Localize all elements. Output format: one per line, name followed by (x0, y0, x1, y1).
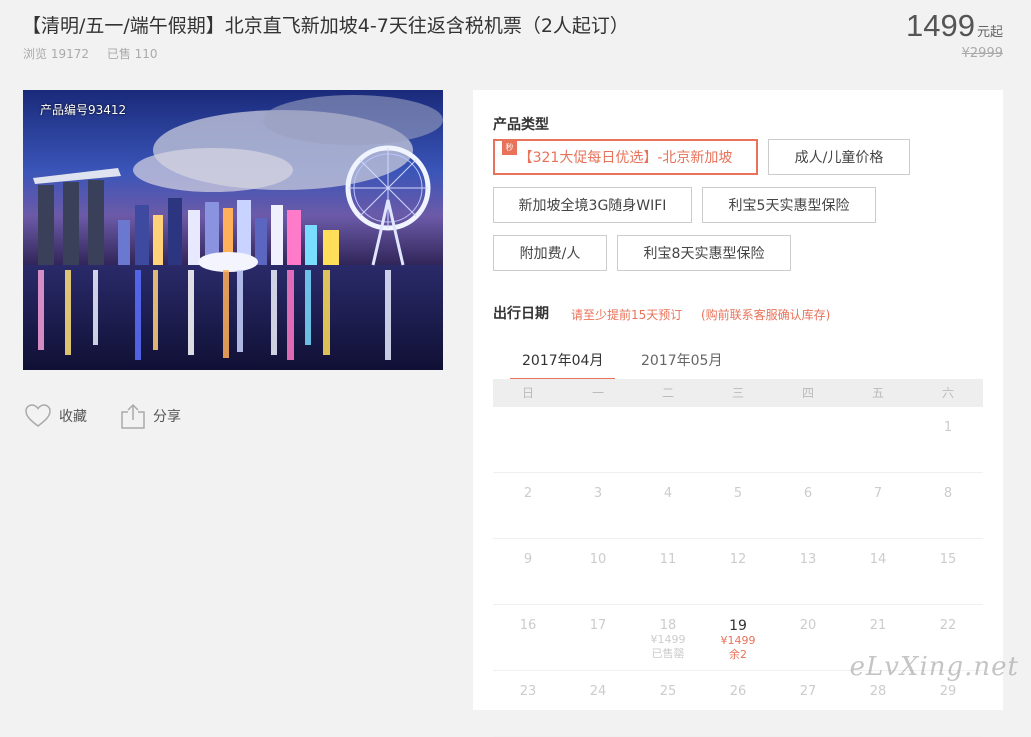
weekday-header: 日 一 二 三 四 五 六 (493, 379, 983, 407)
option-insurance-8day[interactable]: 利宝8天实惠型保险 (617, 235, 791, 271)
calendar-day (703, 407, 773, 472)
original-price: ¥2999 (961, 46, 1003, 61)
calendar-day: 26 (729, 684, 747, 699)
price: 1499 (906, 8, 975, 43)
calendar-day-18: 18 ¥1499 已售罄 (633, 605, 703, 670)
option-321-promo[interactable]: 秒 【321大促每日优选】-北京新加坡 (493, 139, 758, 175)
travel-date-label: 出行日期 (493, 306, 549, 322)
calendar-day: 17 (589, 618, 607, 633)
calendar-week: 9 10 11 12 13 14 15 (493, 539, 983, 605)
option-adult-child-price[interactable]: 成人/儿童价格 (768, 139, 910, 175)
calendar-day: 13 (799, 552, 817, 567)
weekday-thu: 四 (801, 386, 814, 400)
product-actions: 收藏 分享 (25, 403, 215, 429)
option-surcharge[interactable]: 附加费/人 (493, 235, 607, 271)
calendar-day: 20 (799, 618, 817, 633)
calendar-day: 25 (659, 684, 677, 699)
heart-icon (25, 404, 51, 427)
share-icon (121, 403, 145, 429)
calendar-day: 2 (523, 486, 533, 501)
calendar-day (773, 407, 843, 472)
calendar-day (493, 407, 563, 472)
calendar-grid: 1 2 3 4 5 6 7 8 9 10 11 12 13 14 15 16 1… (493, 407, 983, 737)
weekday-tue: 二 (661, 386, 674, 400)
calendar-day: 11 (659, 552, 677, 567)
weekday-sat: 六 (941, 386, 954, 400)
option-insurance-5day[interactable]: 利宝5天实惠型保险 (702, 187, 876, 223)
view-count: 浏览 19172 (23, 47, 89, 61)
weekday-sun: 日 (521, 386, 534, 400)
weekday-wed: 三 (731, 386, 744, 400)
calendar-day: 12 (729, 552, 747, 567)
price-unit: 元起 (976, 25, 1003, 40)
site-watermark: eLvXing.net (849, 652, 1019, 682)
calendar-day: 8 (943, 486, 953, 501)
calendar-day (563, 407, 633, 472)
favorite-button[interactable]: 收藏 (25, 404, 87, 428)
calendar-day: 6 (803, 486, 813, 501)
calendar-day: 23 (519, 684, 537, 699)
price-box: 1499 元起 ¥2999 (906, 8, 1003, 61)
calendar-day: 9 (523, 552, 533, 567)
calendar-day: 7 (873, 486, 883, 501)
calendar-day: 10 (589, 552, 607, 567)
calendar-day: 24 (589, 684, 607, 699)
calendar-day (843, 407, 913, 472)
product-title: 【清明/五一/端午假期】北京直飞新加坡4-7天往返含税机票（2人起订） (22, 15, 629, 37)
soldout-status: 已售罄 (651, 647, 685, 660)
calendar-day: 27 (799, 684, 817, 699)
calendar-day: 4 (663, 486, 673, 501)
day-price: ¥1499 (720, 634, 756, 647)
stock-confirm-hint: (购前联系客服确认库存) (701, 308, 831, 322)
product-number: 产品编号93412 (40, 103, 127, 117)
calendar-week: 1 (493, 407, 983, 473)
calendar-day: 16 (519, 618, 537, 633)
calendar-day: 5 (733, 486, 743, 501)
remaining-stock: 余2 (729, 648, 747, 661)
option-singapore-wifi[interactable]: 新加坡全境3G随身WIFI (493, 187, 692, 223)
weekday-fri: 五 (871, 386, 884, 400)
calendar-week: 2 3 4 5 6 7 8 (493, 473, 983, 539)
tab-2017-04[interactable]: 2017年04月 (510, 350, 616, 381)
calendar-day (633, 407, 703, 472)
product-type-label: 产品类型 (493, 117, 549, 133)
calendar-day: 1 (943, 420, 953, 435)
day-price: ¥1499 (650, 633, 686, 646)
booking-panel: 产品类型 秒 【321大促每日优选】-北京新加坡 成人/儿童价格 新加坡全境3G… (473, 90, 1003, 737)
calendar-day: 3 (593, 486, 603, 501)
flash-sale-badge: 秒 (502, 139, 517, 155)
singapore-skyline-image (23, 90, 443, 370)
day-number: 18 (659, 618, 677, 633)
tab-2017-05[interactable]: 2017年05月 (641, 350, 722, 378)
share-label: 分享 (153, 409, 181, 425)
share-button[interactable]: 分享 (121, 403, 181, 429)
day-number: 19 (729, 618, 747, 634)
favorite-label: 收藏 (59, 409, 87, 425)
calendar-day-19[interactable]: 19 ¥1499 余2 (703, 605, 773, 670)
calendar-day: 14 (869, 552, 887, 567)
sold-count: 已售 110 (106, 47, 158, 61)
booking-advance-hint: 请至少提前15天预订 (571, 308, 683, 322)
product-stats: 浏览 19172 已售 110 (23, 45, 172, 62)
calendar-day: 15 (939, 552, 957, 567)
weekday-mon: 一 (591, 386, 604, 400)
product-photo: 产品编号93412 (23, 90, 443, 370)
